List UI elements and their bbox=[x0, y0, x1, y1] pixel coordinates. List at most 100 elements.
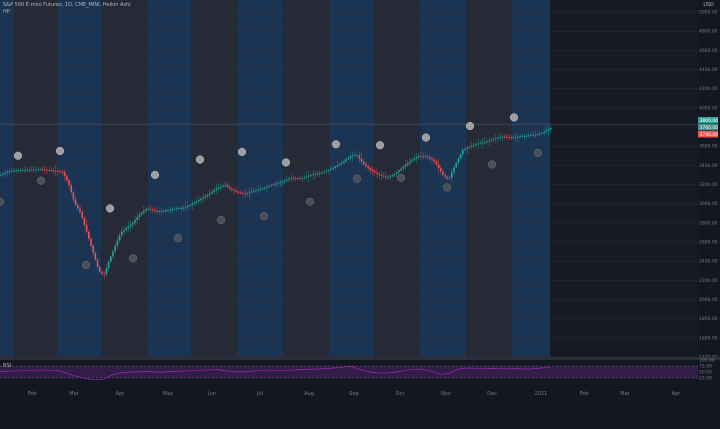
symbol-title: S&P 500 E-mini Futures, 1D, CME_MINI, He… bbox=[3, 2, 131, 8]
pivot-high-marker bbox=[509, 113, 519, 122]
pivot-low-marker bbox=[305, 197, 315, 206]
candle-body bbox=[22, 170, 24, 171]
candle-body bbox=[160, 210, 163, 212]
time-tick-label: Sep bbox=[349, 391, 358, 397]
candle-body bbox=[279, 182, 281, 184]
rsi-pane-label: RSI bbox=[3, 363, 12, 369]
currency-label[interactable]: USD bbox=[703, 2, 714, 8]
candle-body bbox=[473, 145, 475, 146]
candle-body bbox=[323, 171, 325, 173]
candle-body bbox=[468, 146, 471, 148]
candle-body bbox=[30, 169, 33, 171]
candle-body bbox=[195, 201, 198, 203]
indicator-label: HP bbox=[3, 9, 10, 15]
candle-body bbox=[215, 188, 218, 191]
candle-body bbox=[246, 193, 248, 195]
time-tick-label: Aug bbox=[304, 391, 314, 397]
candle-body bbox=[226, 184, 229, 187]
pivot-low-marker bbox=[216, 215, 226, 225]
candle-body bbox=[134, 220, 136, 223]
candle-body bbox=[182, 207, 185, 209]
candle-body bbox=[257, 189, 259, 191]
candle-body bbox=[433, 159, 435, 162]
candle-body bbox=[345, 159, 347, 161]
candle-body bbox=[442, 171, 444, 176]
candle-body bbox=[55, 170, 57, 172]
candle-body bbox=[343, 160, 345, 163]
candle-body bbox=[371, 169, 374, 172]
candle-body bbox=[422, 156, 424, 157]
candle-body bbox=[224, 184, 226, 186]
candle-body bbox=[440, 167, 442, 172]
price-chart[interactable]: 5000.00 4800.00 4600.00 4400.00 4200.00 4000.… bbox=[0, 0, 720, 425]
candle-body bbox=[286, 179, 288, 181]
candle-body bbox=[512, 137, 515, 139]
time-tick-label: Mar bbox=[620, 391, 630, 397]
time-tick-label: Feb bbox=[28, 391, 37, 397]
pivot-low-marker bbox=[173, 234, 183, 243]
candle-body bbox=[457, 158, 460, 163]
candle-body bbox=[336, 165, 339, 167]
candle-body bbox=[39, 169, 42, 170]
candle-body bbox=[244, 193, 246, 195]
candle-body bbox=[200, 198, 202, 201]
pivot-low-marker bbox=[128, 254, 138, 263]
chart-area[interactable]: 5000.00 4800.00 4600.00 4400.00 4200.00 4000.… bbox=[0, 0, 720, 425]
candle-body bbox=[193, 202, 196, 204]
price-tick-label: 2200.00 bbox=[699, 278, 718, 284]
candle-body bbox=[6, 171, 9, 173]
candle-body bbox=[404, 164, 407, 167]
candle-body bbox=[477, 143, 479, 145]
candle-body bbox=[19, 170, 22, 171]
candle-body bbox=[455, 162, 457, 168]
candle-body bbox=[303, 177, 306, 179]
candle-body bbox=[506, 136, 508, 138]
candle-body bbox=[281, 181, 284, 183]
candle-body bbox=[129, 224, 132, 227]
candle-body bbox=[310, 174, 312, 176]
candle-body bbox=[411, 159, 413, 162]
candle-body bbox=[233, 189, 235, 191]
candle-body bbox=[299, 178, 301, 180]
candle-body bbox=[393, 174, 396, 176]
candle-body bbox=[277, 183, 279, 184]
candle-body bbox=[178, 208, 180, 209]
candle-body bbox=[248, 192, 251, 194]
candle-body bbox=[88, 231, 90, 239]
candle-body bbox=[272, 184, 275, 186]
candle-body bbox=[435, 161, 438, 165]
candle-body bbox=[415, 157, 418, 159]
pivot-low-marker bbox=[259, 212, 269, 221]
candle-body bbox=[319, 173, 321, 174]
rsi-tick-label: 25.00 bbox=[699, 376, 712, 382]
candle-body bbox=[424, 156, 427, 158]
candle-body bbox=[253, 190, 255, 192]
candle-body bbox=[204, 196, 207, 198]
month-band bbox=[283, 0, 329, 357]
candle-body bbox=[528, 135, 530, 137]
price-tick-label: 4600.00 bbox=[699, 48, 718, 54]
candle-body bbox=[235, 190, 237, 192]
candle-body bbox=[275, 183, 277, 185]
candle-body bbox=[413, 158, 416, 160]
month-band bbox=[466, 0, 512, 357]
candle-body bbox=[222, 185, 224, 187]
time-tick-label: 2021 bbox=[535, 391, 548, 397]
candle-body bbox=[217, 187, 220, 189]
candle-body bbox=[347, 157, 350, 160]
candle-body bbox=[48, 169, 50, 171]
candle-body bbox=[453, 167, 455, 173]
chart-legend: S&P 500 E-mini Futures, 1D, CME_MINI, He… bbox=[3, 2, 131, 16]
candle-body bbox=[349, 155, 352, 158]
pivot-high-marker bbox=[150, 170, 160, 179]
candle-body bbox=[420, 155, 422, 157]
price-tick-label: 3600.00 bbox=[699, 144, 718, 150]
candle-body bbox=[228, 186, 231, 189]
candle-body bbox=[382, 175, 385, 177]
time-tick-label: Oct bbox=[396, 391, 405, 397]
price-tick-label: 4200.00 bbox=[699, 86, 718, 92]
candle-body bbox=[488, 140, 490, 142]
candle-body bbox=[0, 174, 2, 176]
candle-body bbox=[220, 186, 222, 188]
candle-body bbox=[525, 135, 528, 137]
